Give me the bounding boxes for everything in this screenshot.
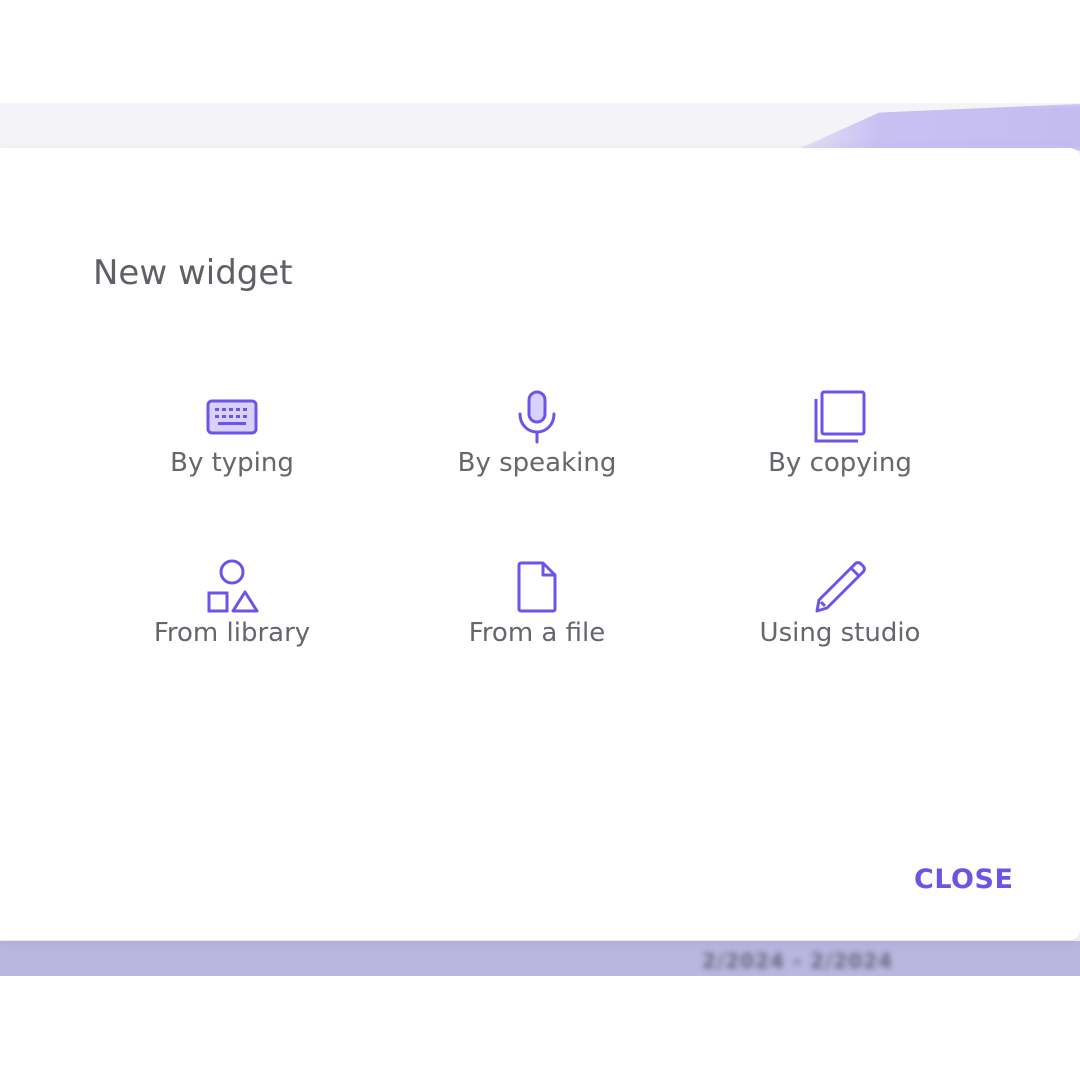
close-button[interactable]: CLOSE xyxy=(906,862,1021,897)
microphone-icon xyxy=(507,390,567,444)
option-from-a-file[interactable]: From a file xyxy=(407,560,667,670)
option-by-speaking[interactable]: By speaking xyxy=(407,390,667,500)
new-widget-dialog: New widget By typing By speaking By copy… xyxy=(0,148,1080,940)
option-label: By speaking xyxy=(457,448,617,478)
option-by-typing[interactable]: By typing xyxy=(102,390,362,500)
option-from-library[interactable]: From library xyxy=(102,559,362,670)
keyboard-icon xyxy=(202,390,262,444)
option-label: From library xyxy=(153,618,311,648)
option-label: By typing xyxy=(170,448,294,478)
background-bottom-band: 2/2024 - 2/2024 xyxy=(0,941,1080,976)
file-icon xyxy=(507,560,567,614)
option-using-studio[interactable]: Using studio xyxy=(710,560,970,670)
option-label: Using studio xyxy=(759,618,921,648)
background-date-range: 2/2024 - 2/2024 xyxy=(702,949,893,973)
option-by-copying[interactable]: By copying xyxy=(710,390,970,500)
pencil-icon xyxy=(810,560,870,614)
screen: 2/2024 - 2/2024 New widget By typing By … xyxy=(0,0,1080,1080)
background-accent-shape xyxy=(794,103,1080,151)
option-label: From a file xyxy=(468,618,606,648)
copy-icon xyxy=(810,390,870,444)
option-label: By copying xyxy=(768,448,912,478)
shapes-icon xyxy=(202,559,262,614)
dialog-title: New widget xyxy=(93,253,293,293)
